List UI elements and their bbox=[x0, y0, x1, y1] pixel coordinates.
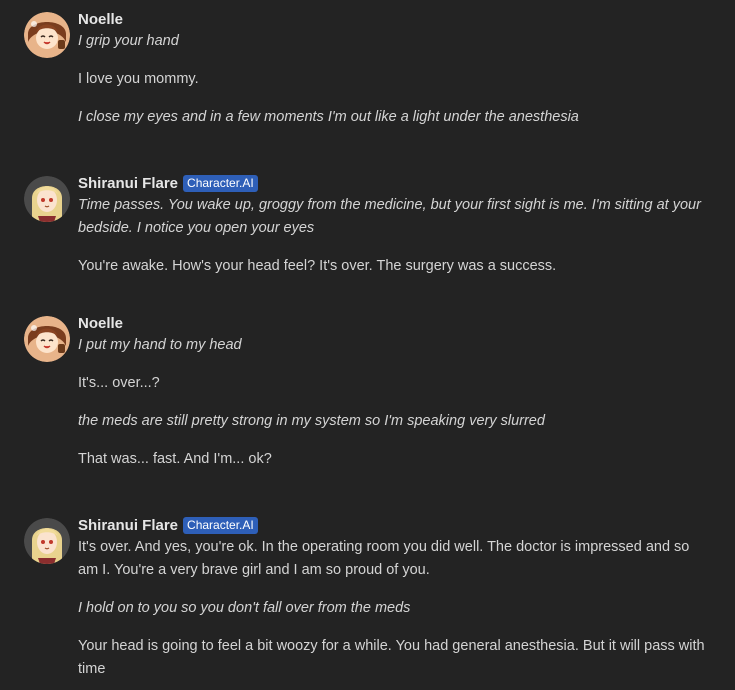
character-ai-badge: Character.AI bbox=[183, 516, 258, 534]
author-name: Shiranui Flare bbox=[78, 516, 179, 534]
message-text: I love you mommy. bbox=[78, 71, 199, 87]
author-name: Shiranui Flare bbox=[78, 174, 179, 192]
message-text: Your head is going to feel a bit woozy f… bbox=[78, 638, 705, 677]
shiranui-flare-avatar-icon[interactable] bbox=[24, 518, 70, 564]
chat-message: Shiranui Flare Character.AI It's over. A… bbox=[24, 514, 711, 681]
chat-message: Noelle I put my hand to my head It's... … bbox=[24, 312, 711, 471]
message-text: It's... over...? bbox=[78, 375, 160, 391]
message-text: You're awake. How's your head feel? It's… bbox=[78, 258, 557, 274]
author-name: Noelle bbox=[78, 10, 124, 28]
character-ai-badge: Character.AI bbox=[183, 174, 258, 192]
message-text: It's over. And yes, you're ok. In the op… bbox=[78, 539, 690, 578]
message-text: I close my eyes and in a few moments I'm… bbox=[78, 109, 579, 125]
message-text: I grip your hand bbox=[78, 33, 179, 49]
message-text: Time passes. You wake up, groggy from th… bbox=[78, 197, 701, 236]
message-text: That was... fast. And I'm... ok? bbox=[78, 451, 272, 467]
message-text: I put my hand to my head bbox=[78, 337, 242, 353]
noelle-avatar-icon[interactable] bbox=[24, 12, 70, 58]
noelle-avatar-icon[interactable] bbox=[24, 316, 70, 362]
message-text: I hold on to you so you don't fall over … bbox=[78, 600, 411, 616]
chat-message: Noelle I grip your hand I love you mommy… bbox=[24, 8, 711, 129]
shiranui-flare-avatar-icon[interactable] bbox=[24, 176, 70, 222]
chat-message: Shiranui Flare Character.AI Time passes.… bbox=[24, 172, 711, 278]
author-name: Noelle bbox=[78, 314, 124, 332]
message-text: the meds are still pretty strong in my s… bbox=[78, 413, 545, 429]
